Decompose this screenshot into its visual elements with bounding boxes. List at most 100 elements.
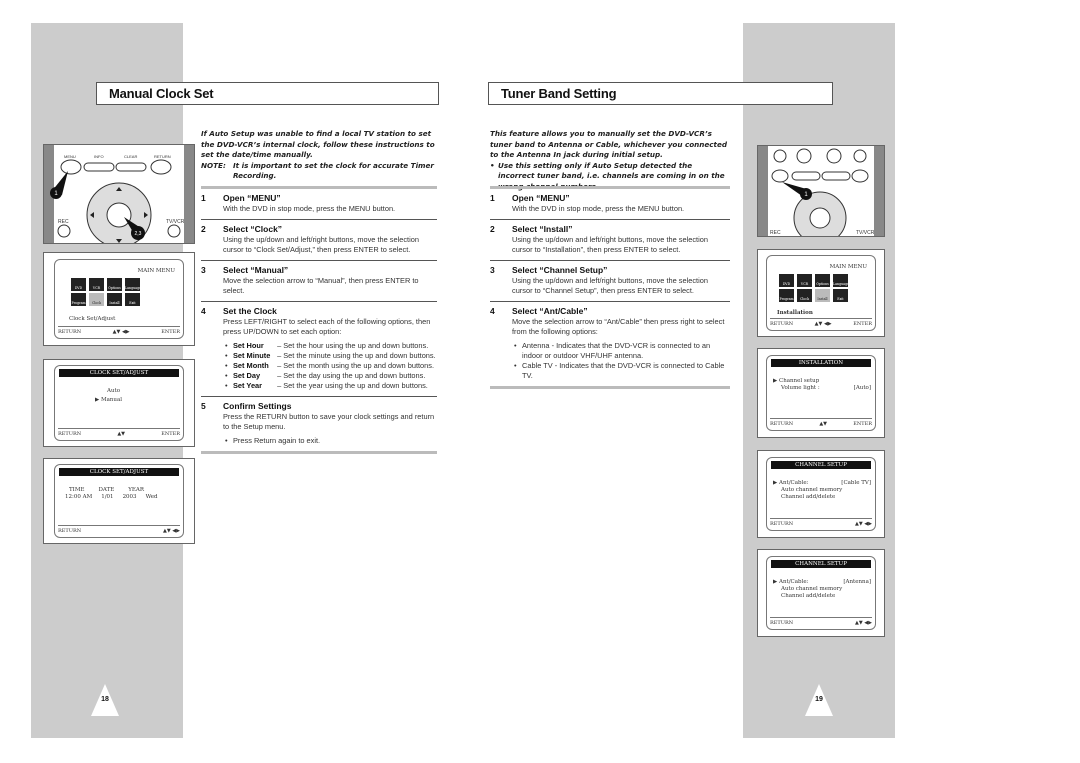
installation-row: ▶ Channel setup: [773, 378, 820, 384]
return-hint: RETURN: [770, 321, 794, 327]
step: 2 Select “Install” Using the up/down and l…: [490, 219, 730, 260]
step: 5 Confirm Settings Press the RETURN button…: [201, 396, 437, 451]
step-number: 2: [490, 224, 495, 234]
channel-setup-cable-panel: CHANNEL SETUP ▶ Ant/Cable: [Cable TV] Aut…: [757, 450, 885, 538]
menu-icon-exit: Exit: [833, 289, 848, 302]
right-main-menu-panel: MAIN MENU DVD VCR Options Language Program Cl…: [757, 249, 885, 337]
left-intro: If Auto Setup was unable to find a local…: [201, 129, 437, 182]
channel-setup-screen: CHANNEL SETUP ▶ Ant/Cable: [Antenna] Auto…: [766, 556, 876, 630]
left-page-title: Manual Clock Set: [109, 86, 214, 101]
step-text: With the DVD in stop mode, press the MEN…: [223, 204, 396, 213]
right-page-number: 19: [815, 696, 823, 703]
step-heading: Select “Channel Setup”: [512, 265, 608, 275]
menu-icon-dvd: DVD: [779, 274, 794, 287]
left-title-box: Manual Clock Set: [96, 82, 439, 105]
step-bullet: Set Year – Set the year using the up and…: [223, 381, 437, 391]
menu-icon-install: Install: [107, 293, 122, 306]
step-number: 3: [490, 265, 495, 275]
clock-set-footer: RETURN ▲▼ ◀▶: [58, 525, 180, 534]
step-text: With the DVD in stop mode, press the MEN…: [512, 204, 685, 213]
svg-text:REC: REC: [770, 230, 781, 236]
nav-hint: ▲▼ ◀▶: [855, 620, 872, 626]
right-intro-text: This feature allows you to manually set …: [490, 129, 727, 159]
step: 1 Open “MENU” With the DVD in stop mode, p…: [201, 186, 437, 219]
clock-option-auto: Auto: [107, 388, 121, 394]
menu-icon-dvd: DVD: [71, 278, 86, 291]
step-bullet: Set Month – Set the month using the up a…: [223, 361, 437, 371]
divider: [490, 386, 730, 389]
installation-screen: INSTALLATION ▶ Channel setup Volume ligh…: [766, 355, 876, 431]
channel-setup-title: CHANNEL SETUP: [771, 560, 871, 568]
nav-hint: ▲▼: [117, 431, 126, 437]
divider: [201, 451, 437, 454]
svg-text:TV/VCR: TV/VCR: [166, 219, 185, 225]
menu-icon-language: Language: [125, 278, 141, 291]
menu-icon-clock: Clock: [89, 293, 104, 306]
step-heading: Select “Ant/Cable”: [512, 306, 588, 316]
svg-text:REC: REC: [58, 219, 69, 225]
menu-icons: DVD VCR Options Language Program Clock Install…: [71, 278, 141, 306]
step-text: Using the up/down and left/right buttons…: [512, 235, 708, 254]
channel-setup-footer: RETURN ▲▼ ◀▶: [770, 518, 872, 527]
step-text: Move the selection arrow to “Ant/Cable” …: [512, 317, 725, 336]
step-bullet: Cable TV - Indicates that the DVD-VCR is…: [512, 361, 730, 381]
remote-control-icon: 1 REC TV/VCR: [758, 146, 884, 236]
svg-text:TV/VCR: TV/VCR: [856, 230, 875, 236]
step-number: 1: [201, 193, 206, 203]
step-bullet: Set Day – Set the day using the up and d…: [223, 371, 437, 381]
menu-icon-program: Program: [71, 293, 86, 306]
channel-row: Auto channel memory: [781, 586, 843, 592]
menu-icon-language: Language: [833, 274, 849, 287]
step-bullet: Set Minute – Set the minute using the up…: [223, 351, 437, 361]
menu-icon-options: Options: [815, 274, 830, 287]
left-note: NOTE: It is important to set the clock f…: [201, 161, 437, 182]
svg-text:CLEAR: CLEAR: [124, 154, 137, 159]
clock-option-manual: ▶ Manual: [95, 397, 123, 403]
menu-caption: Installation: [777, 310, 813, 316]
svg-text:2,3: 2,3: [135, 231, 142, 237]
channel-row: Auto channel memory: [781, 487, 843, 493]
menu-icon-vcr: VCR: [797, 274, 812, 287]
right-remote-illustration: 1 REC TV/VCR: [757, 145, 885, 237]
left-remote-illustration: 1 2,3 MENU INFO CLEAR RETURN REC TV/VCR: [43, 144, 195, 244]
step-heading: Set the Clock: [223, 306, 277, 316]
main-menu-screen: MAIN MENU DVD VCR Options Language Program Cl…: [766, 255, 876, 331]
menu-icon-clock: Clock: [797, 289, 812, 302]
left-steps: 1 Open “MENU” With the DVD in stop mode, p…: [201, 186, 437, 454]
clock-set-headers: TIME DATE YEAR: [69, 487, 145, 493]
step-bullet: Press Return again to exit.: [223, 436, 437, 446]
channel-row: ▶ Ant/Cable: [Cable TV]: [773, 480, 871, 486]
step-text: Using the up/down and left/right buttons…: [512, 276, 708, 295]
left-intro-text: If Auto Setup was unable to find a local…: [201, 129, 435, 159]
menu-icons: DVD VCR Options Language Program Clock Install…: [779, 274, 849, 302]
menu-caption: Clock Set/Adjust: [69, 316, 116, 322]
return-hint: RETURN: [770, 620, 794, 626]
return-hint: RETURN: [770, 421, 794, 427]
menu-icon-options: Options: [107, 278, 122, 291]
installation-title: INSTALLATION: [771, 359, 871, 367]
clock-menu-panel: CLOCK SET/ADJUST Auto ▶ Manual RETURN ▲▼…: [43, 359, 195, 447]
enter-hint: ENTER: [161, 329, 180, 335]
step-text: Press LEFT/RIGHT to select each of the f…: [223, 317, 431, 336]
step: 2 Select “Clock” Using the up/down and lef…: [201, 219, 437, 260]
step-number: 1: [490, 193, 495, 203]
installation-row: Volume light : [Auto]: [781, 385, 871, 391]
right-steps: 1 Open “MENU” With the DVD in stop mode, p…: [490, 186, 730, 389]
menu-icon-vcr: VCR: [89, 278, 104, 291]
channel-setup-screen: CHANNEL SETUP ▶ Ant/Cable: [Cable TV] Aut…: [766, 457, 876, 531]
step-heading: Confirm Settings: [223, 401, 292, 411]
nav-hint: ▲▼ ◀▶: [814, 321, 832, 327]
clock-set-values: 12:00 AM 1/01 2003 Wed: [65, 494, 158, 500]
return-hint: RETURN: [58, 329, 82, 335]
svg-text:RETURN: RETURN: [154, 154, 171, 159]
step-text: Move the selection arrow to “Manual”, th…: [223, 276, 419, 295]
step-heading: Select “Install”: [512, 224, 573, 234]
left-page-number: 18: [101, 696, 109, 703]
main-menu-screen: MAIN MENU DVD VCR Options Language Program Cl…: [54, 259, 184, 339]
nav-hint: ▲▼ ◀▶: [163, 528, 180, 534]
step-number: 4: [201, 306, 206, 316]
channel-setup-footer: RETURN ▲▼ ◀▶: [770, 617, 872, 626]
step-text: Using the up/down and left/right buttons…: [223, 235, 419, 254]
right-title-box: Tuner Band Setting: [488, 82, 833, 105]
note-text: It is important to set the clock for acc…: [233, 160, 434, 181]
